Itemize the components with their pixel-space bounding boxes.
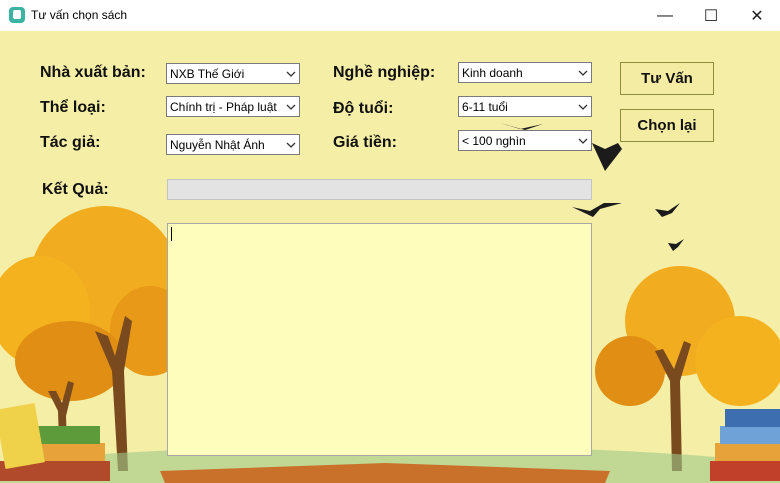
close-button[interactable]: ✕ (734, 0, 780, 31)
author-dropdown-value: Nguyễn Nhật Ánh (170, 138, 265, 152)
result-label: Kết Quả: (42, 181, 109, 198)
window-title: Tư vấn chọn sách (31, 8, 128, 22)
chevron-down-icon (578, 70, 588, 76)
title-bar: Tư vấn chọn sách — ☐ ✕ (0, 0, 780, 32)
advise-button[interactable]: Tư Vấn (620, 62, 714, 95)
book-stack-right-illustration (710, 409, 780, 481)
chevron-down-icon (286, 142, 296, 148)
age-label: Độ tuổi: (333, 100, 394, 117)
genre-label: Thể loại: (40, 99, 106, 116)
occupation-label: Nghề nghiệp: (333, 64, 436, 81)
genre-dropdown-value: Chính trị - Pháp luật (170, 100, 277, 114)
text-caret (171, 227, 172, 241)
chevron-down-icon (286, 71, 296, 77)
price-label: Giá tiền: (333, 134, 398, 151)
chevron-down-icon (578, 104, 588, 110)
occupation-dropdown-value: Kinh doanh (462, 66, 523, 80)
book-app-icon (9, 7, 25, 23)
result-field (167, 179, 592, 200)
reset-button[interactable]: Chọn lại (620, 109, 714, 142)
publisher-label: Nhà xuất bản: (40, 64, 146, 81)
chevron-down-icon (578, 138, 588, 144)
chevron-down-icon (286, 104, 296, 110)
price-dropdown-value: < 100 nghìn (462, 134, 526, 148)
publisher-dropdown[interactable]: NXB Thế Giới (166, 63, 300, 84)
age-dropdown[interactable]: 6-11 tuổi (458, 96, 592, 117)
minimize-button[interactable]: — (642, 0, 688, 31)
output-textarea[interactable] (167, 223, 592, 456)
occupation-dropdown[interactable]: Kinh doanh (458, 62, 592, 83)
price-dropdown[interactable]: < 100 nghìn (458, 130, 592, 151)
author-dropdown[interactable]: Nguyễn Nhật Ánh (166, 134, 300, 155)
age-dropdown-value: 6-11 tuổi (462, 100, 508, 114)
author-label: Tác giả: (40, 134, 101, 151)
publisher-dropdown-value: NXB Thế Giới (170, 67, 245, 81)
genre-dropdown[interactable]: Chính trị - Pháp luật (166, 96, 300, 117)
form-client-area: Nhà xuất bản: Thể loại: Tác giả: NXB Thế… (0, 31, 780, 483)
maximize-button[interactable]: ☐ (688, 0, 734, 31)
book-stack-left-illustration (0, 402, 110, 481)
